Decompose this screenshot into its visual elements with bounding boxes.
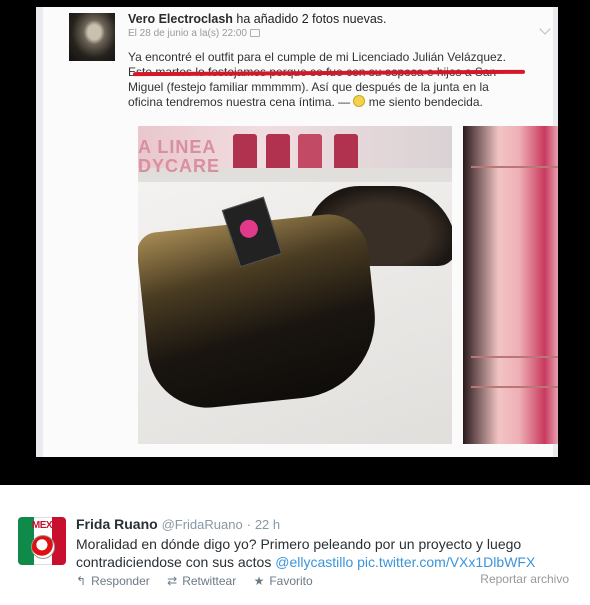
retweet-icon: ⇄ [167, 574, 178, 588]
hanger-line [471, 386, 558, 388]
reply-button[interactable]: ↰ Responder [76, 574, 150, 588]
tweet-text-line: Moralidad en dónde digo yo? Primero pele… [76, 536, 522, 552]
facebook-author: Vero Electroclash [128, 12, 233, 26]
retweet-button[interactable]: ⇄ Retwittear [167, 574, 236, 588]
retweet-label: Retwittear [182, 574, 237, 588]
privacy-icon [249, 29, 260, 38]
media-link[interactable]: pic.twitter.com/VXx1DlbWFX [357, 554, 535, 570]
hanger-line [471, 166, 558, 168]
facebook-post-text: Ya encontré el outfit para el cumple de … [128, 50, 533, 110]
favorite-label: Favorito [269, 574, 313, 588]
smile-emoticon-icon [353, 95, 366, 107]
avatar[interactable]: MEX [18, 517, 66, 565]
reply-arrow-icon: ↰ [76, 574, 87, 588]
facebook-action: ha añadido 2 fotos nuevas. [232, 12, 387, 26]
second-photo [463, 126, 558, 444]
store-sign-line: A LINEA [138, 137, 217, 157]
separator: · [246, 517, 251, 532]
facebook-post-body: Vero Electroclash ha añadido 2 fotos nue… [128, 11, 538, 110]
user-handle[interactable]: @FridaRuano [162, 517, 243, 532]
facebook-post-card: Vero Electroclash ha añadido 2 fotos nue… [43, 7, 558, 457]
facebook-feeling: me siento bendecida. [365, 95, 483, 109]
reply-label: Responder [91, 574, 150, 588]
facebook-text-line: oficina tendremos nuestra cena íntima. —… [128, 95, 533, 110]
facebook-post-date: El 28 de junio a la(s) 22:00 [128, 27, 538, 41]
tweet-actions: ↰ Responder ⇄ Retwittear ★ Favorito [76, 574, 327, 588]
soccer-ball-icon [31, 535, 55, 559]
tweet: MEX Frida Ruano @FridaRuano · 22 h Moral… [0, 485, 590, 605]
star-icon: ★ [253, 574, 265, 588]
user-name[interactable]: Frida Ruano [76, 516, 158, 532]
facebook-text-line: Ya encontré el outfit para el cumple de … [128, 50, 507, 64]
tweet-media-photo[interactable]: Vero Electroclash ha añadido 2 fotos nue… [0, 0, 590, 485]
store-sign: A LINEA DYCARE [138, 138, 220, 176]
tweet-header: Frida Ruano @FridaRuano · 22 h [76, 515, 280, 534]
product-bottle [298, 134, 322, 168]
product-bottle [233, 134, 257, 168]
lingerie-photo: A LINEA DYCARE [138, 126, 452, 444]
product-bottle [334, 134, 358, 168]
avatar-text: MEX [31, 520, 53, 531]
tweet-text-line: contradiciendose con sus actos @ellycast… [76, 553, 576, 571]
facebook-post-header: Vero Electroclash ha añadido 2 fotos nue… [128, 11, 538, 27]
facebook-screenshot: Vero Electroclash ha añadido 2 fotos nue… [36, 7, 558, 457]
chevron-down-icon [539, 23, 551, 35]
tag-sticker [237, 217, 261, 241]
facebook-avatar [69, 13, 115, 61]
facebook-text-part: oficina tendremos nuestra cena íntima. — [128, 95, 354, 109]
facebook-text-line: Miguel (festejo familiar mmmmm). Así que… [128, 80, 489, 94]
report-link[interactable]: Reportar archivo [480, 572, 569, 586]
product-bottle [266, 134, 290, 168]
mention-link[interactable]: @ellycastillo [275, 554, 353, 570]
favorite-button[interactable]: ★ Favorito [254, 574, 313, 588]
facebook-date-text: El 28 de junio a la(s) 22:00 [128, 28, 247, 39]
tweet-text: Moralidad en dónde digo yo? Primero pele… [76, 535, 576, 571]
store-sign-line: DYCARE [138, 156, 221, 176]
tweet-text-part: contradiciendose con sus actos [76, 554, 276, 570]
hanger-line [471, 356, 558, 358]
tweet-timestamp[interactable]: 22 h [255, 517, 280, 532]
